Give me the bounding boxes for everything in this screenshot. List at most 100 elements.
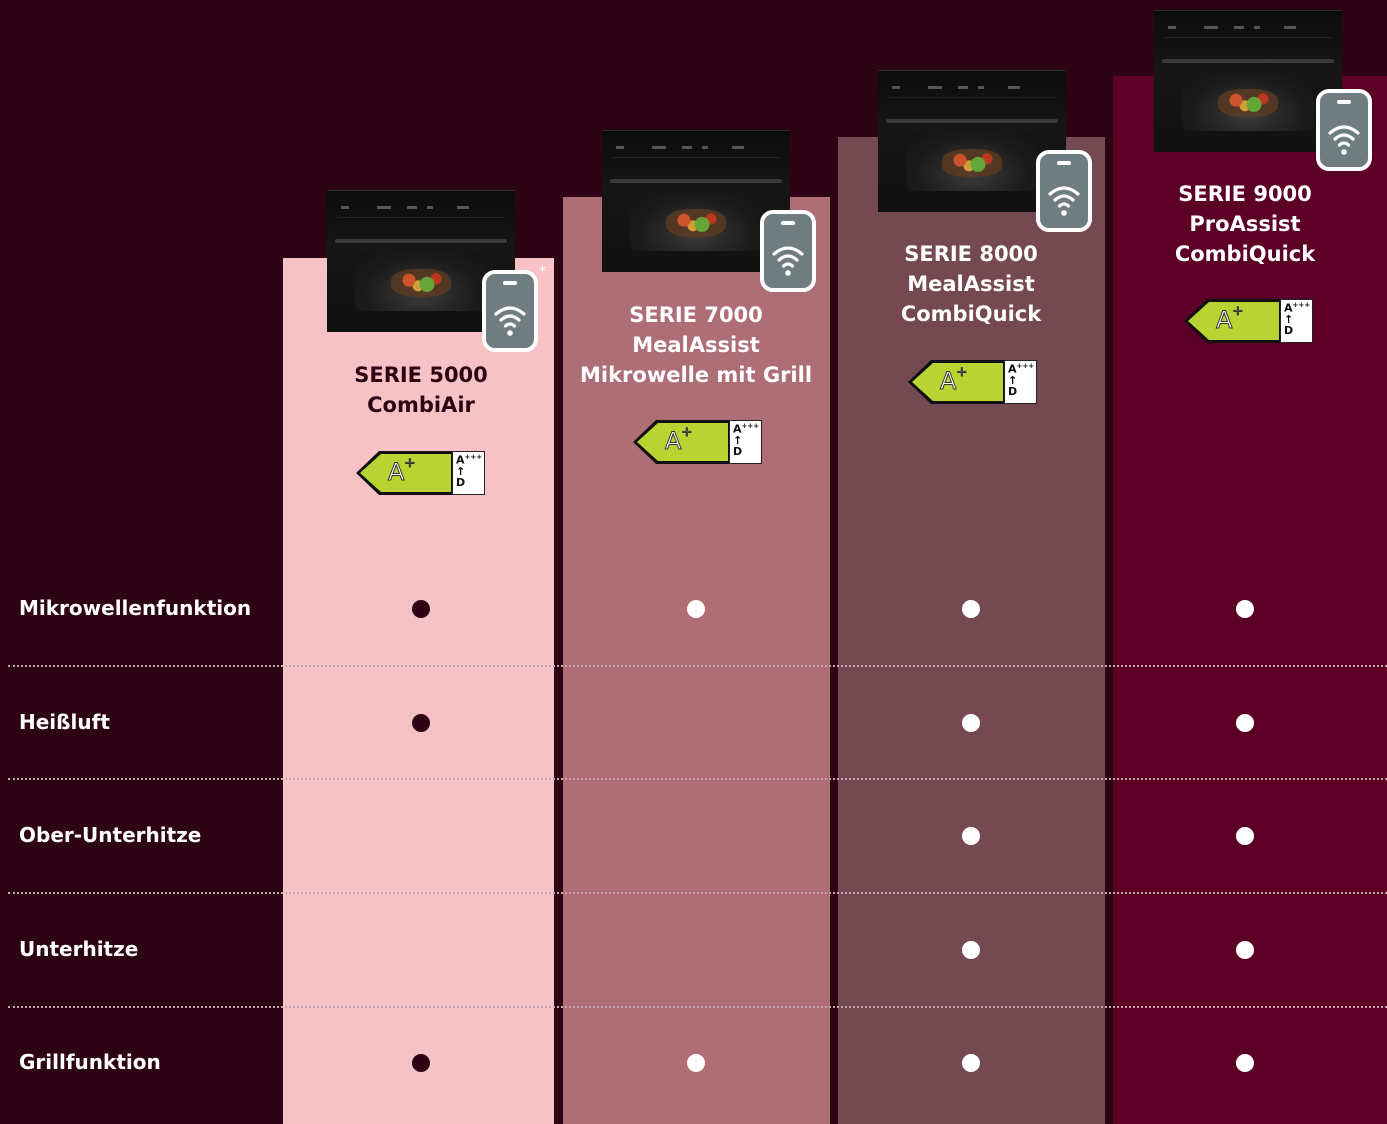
energy-scale: A+++ ↑ D	[1004, 360, 1037, 404]
food-dish	[391, 269, 451, 297]
oven-control-panel	[337, 199, 505, 218]
energy-scale-top: A+++	[730, 421, 761, 435]
energy-class-letter: A	[664, 427, 682, 456]
product-title-line: CombiAir	[367, 393, 475, 417]
control-display	[732, 146, 744, 149]
energy-scale: A+++ ↑ D	[729, 420, 762, 464]
energy-scale-top-plus: +++	[1016, 362, 1035, 370]
smartphone-wifi-icon	[1316, 89, 1372, 171]
energy-scale-bottom: D	[456, 475, 466, 489]
energy-class-plus: +	[681, 425, 693, 440]
energy-class-letter: A	[939, 367, 957, 396]
product-title-line: MealAssist	[907, 272, 1035, 296]
energy-class-plus: +	[1232, 304, 1244, 319]
arrow-up-icon: ↑	[1008, 373, 1018, 387]
energy-scale-top-plus: +++	[1292, 301, 1311, 309]
feature-available-dot	[962, 714, 980, 732]
control-display	[702, 146, 708, 149]
feature-available-dot	[962, 600, 980, 618]
control-display	[892, 86, 900, 89]
phone-speaker-icon	[503, 281, 517, 285]
feature-available-dot	[412, 1054, 430, 1072]
control-display	[682, 146, 692, 149]
control-display	[1234, 26, 1244, 29]
product-title-line: SERIE 9000	[1178, 182, 1312, 206]
arrow-up-icon: ↑	[733, 433, 743, 447]
control-display	[377, 206, 391, 209]
energy-scale-top-plus: +++	[464, 453, 483, 461]
food-dish	[1218, 89, 1278, 117]
smartphone-wifi-icon	[760, 210, 816, 292]
feature-label: Grillfunktion	[19, 1050, 161, 1074]
oven-control-panel	[888, 79, 1056, 98]
energy-class-plus: +	[404, 456, 416, 471]
control-display	[427, 206, 433, 209]
energy-class: A+	[387, 456, 416, 487]
control-display	[1008, 86, 1020, 89]
wifi-icon	[494, 306, 526, 336]
feature-label: Ober-Unterhitze	[19, 823, 202, 847]
feature-label: Mikrowellenfunktion	[19, 596, 252, 620]
energy-scale-bottom: D	[1284, 323, 1294, 337]
control-display	[407, 206, 417, 209]
smartphone-wifi-icon	[482, 270, 538, 352]
feature-available-dot	[412, 714, 430, 732]
product-title-line: SERIE 5000	[354, 363, 488, 387]
energy-class-letter: A	[387, 458, 405, 487]
oven-handle	[610, 179, 782, 183]
energy-scale-bottom: D	[1008, 384, 1018, 398]
row-divider	[8, 1006, 1387, 1008]
product-title-line: CombiQuick	[1174, 242, 1316, 266]
control-display	[978, 86, 984, 89]
control-display	[652, 146, 666, 149]
row-divider	[8, 892, 1387, 894]
energy-scale-top-plus: +++	[741, 422, 760, 430]
feature-available-dot	[1236, 714, 1254, 732]
energy-label: A+ A+++ ↑ D	[356, 451, 485, 495]
phone-speaker-icon	[1337, 100, 1351, 104]
energy-scale: A+++ ↑ D	[452, 451, 485, 495]
product-title-line: ProAssist	[1189, 212, 1301, 236]
feature-available-dot	[962, 1054, 980, 1072]
energy-scale-bottom: D	[733, 444, 743, 458]
energy-class-plus: +	[956, 365, 968, 380]
oven-handle	[335, 239, 507, 243]
energy-scale-top: A+++	[1005, 361, 1036, 375]
feature-available-dot	[687, 1054, 705, 1072]
feature-label: Heißluft	[19, 710, 110, 734]
energy-class: A+	[664, 425, 693, 456]
control-display	[457, 206, 469, 209]
energy-scale: A+++ ↑ D	[1280, 299, 1313, 343]
feature-available-dot	[1236, 827, 1254, 845]
product-title-line: CombiQuick	[900, 302, 1042, 326]
control-display	[958, 86, 968, 89]
food-dish	[666, 209, 726, 237]
product-title-line: SERIE 8000	[904, 242, 1038, 266]
control-display	[1254, 26, 1260, 29]
product-title: SERIE 7000 MealAssist Mikrowelle mit Grill	[556, 300, 836, 390]
phone-speaker-icon	[781, 221, 795, 225]
product-title-line: Mikrowelle mit Grill	[579, 363, 813, 387]
wifi-icon	[1048, 186, 1080, 216]
food-dish	[942, 149, 1002, 177]
row-divider	[8, 778, 1387, 780]
feature-available-dot	[1236, 600, 1254, 618]
feature-available-dot	[962, 941, 980, 959]
feature-label: Unterhitze	[19, 937, 139, 961]
oven-handle	[1162, 59, 1334, 63]
control-display	[341, 206, 349, 209]
product-title: SERIE 9000 ProAssist CombiQuick	[1105, 179, 1385, 269]
energy-class: A+	[939, 365, 968, 396]
energy-label: A+ A+++ ↑ D	[633, 420, 762, 464]
smartphone-wifi-icon	[1036, 150, 1092, 232]
control-display	[1284, 26, 1296, 29]
control-display	[616, 146, 624, 149]
oven-handle	[886, 119, 1058, 123]
product-title: SERIE 5000 CombiAir	[281, 360, 561, 420]
control-display	[1168, 26, 1176, 29]
oven-control-panel	[1164, 19, 1332, 38]
footnote-asterisk: *	[539, 264, 546, 280]
phone-speaker-icon	[1057, 161, 1071, 165]
feature-available-dot	[687, 600, 705, 618]
energy-scale-top: A+++	[453, 452, 484, 466]
